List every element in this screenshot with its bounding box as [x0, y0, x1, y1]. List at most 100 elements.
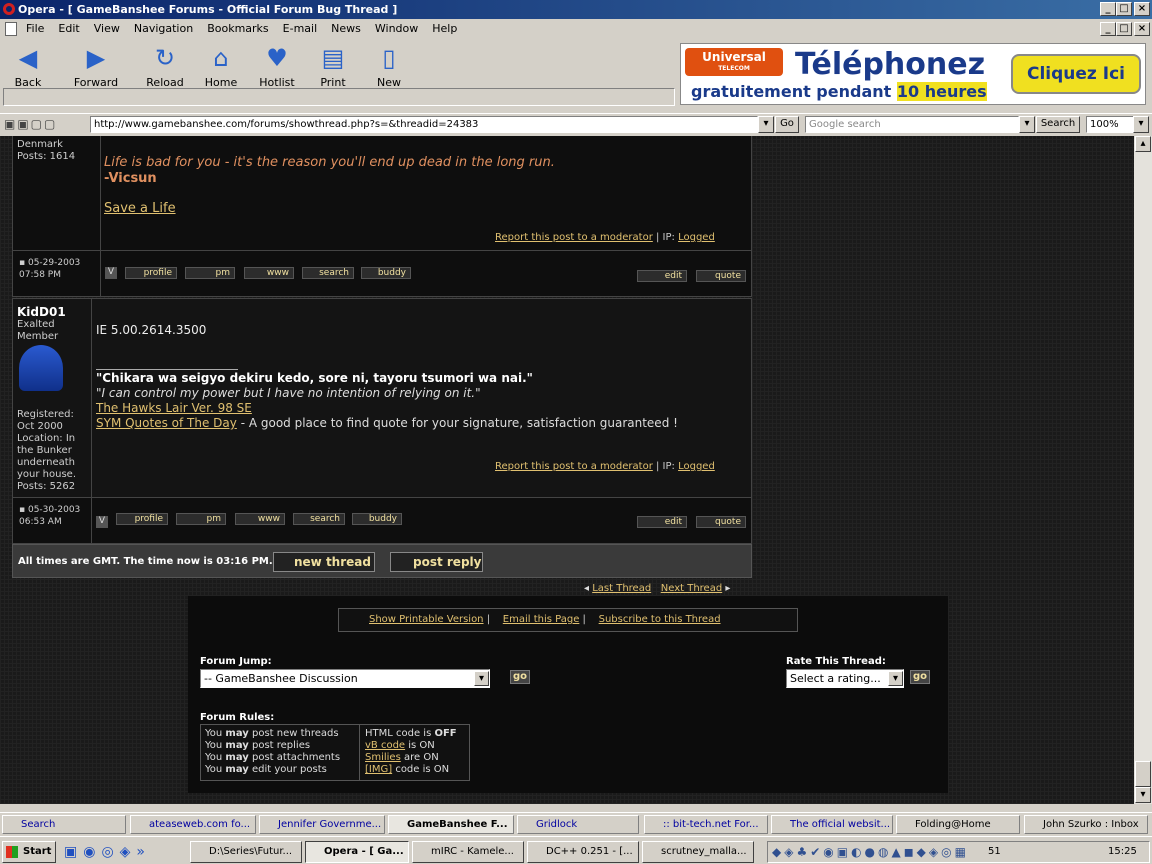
zoom-dropdown-button[interactable]: ▾: [1133, 116, 1149, 133]
doc-restore-button[interactable]: □: [1116, 22, 1132, 36]
post1-report-link[interactable]: Report this post to a moderator: [495, 232, 653, 243]
post1-profile-button[interactable]: profile: [125, 267, 177, 279]
post1-buddy-button[interactable]: buddy: [361, 267, 411, 279]
windows-logo-icon: [6, 846, 18, 858]
scroll-thumb[interactable]: [1135, 761, 1151, 787]
taskbar-scrutney[interactable]: scrutney_malla...: [642, 841, 754, 863]
post2-logged-link[interactable]: Logged: [678, 461, 715, 472]
scroll-down-button[interactable]: ▾: [1135, 787, 1151, 803]
doc-close-button[interactable]: ×: [1134, 22, 1150, 36]
printable-version-link[interactable]: Show Printable Version: [369, 614, 484, 625]
tab-ateaseweb[interactable]: ateaseweb.com fo...: [130, 815, 256, 834]
search-input[interactable]: Google search: [805, 116, 1019, 133]
post1-quote-button[interactable]: quote: [696, 270, 746, 282]
new-button[interactable]: ▯ New: [361, 44, 417, 89]
url-input[interactable]: http://www.gamebanshee.com/forums/showth…: [90, 116, 758, 133]
post2-sig-link1[interactable]: The Hawks Lair Ver. 98 SE: [96, 401, 252, 415]
taskbar-dcpp[interactable]: DC++ 0.251 - [...: [527, 841, 639, 863]
forum-jump-select[interactable]: -- GameBanshee Discussion: [200, 669, 490, 688]
vertical-scrollbar[interactable]: ▴ ▾: [1134, 136, 1152, 804]
post2-search-button[interactable]: search: [293, 513, 345, 525]
smilies-link[interactable]: Smilies: [365, 752, 401, 763]
taskbar-explorer[interactable]: D:\Series\Futur...: [190, 841, 302, 863]
img-code-link[interactable]: [IMG]: [365, 764, 392, 775]
url-dropdown-button[interactable]: ▾: [758, 116, 774, 133]
post2-quote-button[interactable]: quote: [696, 516, 746, 528]
post1-location: Denmark: [17, 139, 63, 150]
ad-banner[interactable]: Universal TELECOM Téléphonez gratuitement…: [680, 43, 1146, 105]
forward-arrow-icon: ▶: [86, 44, 106, 72]
print-button[interactable]: ▤ Print: [305, 44, 361, 89]
forum-jump-go-button[interactable]: go: [510, 670, 530, 684]
post2-www-button[interactable]: www: [235, 513, 285, 525]
tab-gridlock[interactable]: Gridlock: [517, 815, 639, 834]
post1-www-button[interactable]: www: [244, 267, 294, 279]
tab-search[interactable]: Search: [2, 815, 126, 834]
post2-sig-link2[interactable]: SYM Quotes of The Day: [96, 416, 237, 430]
scroll-up-button[interactable]: ▴: [1135, 136, 1151, 152]
menu-edit[interactable]: Edit: [58, 22, 79, 35]
go-button[interactable]: Go: [775, 116, 799, 133]
post-reply-button[interactable]: post reply: [390, 552, 483, 572]
post2-username[interactable]: KidD01: [17, 305, 66, 319]
search-engine-dropdown[interactable]: ▾: [1019, 116, 1035, 133]
tab-gamebanshee[interactable]: GameBanshee F...: [388, 815, 514, 834]
doc-minimize-button[interactable]: _: [1100, 22, 1116, 36]
ad-cta-button[interactable]: Cliquez Ici: [1011, 54, 1141, 94]
email-page-link[interactable]: Email this Page: [503, 614, 580, 625]
tab-jennifer[interactable]: Jennifer Governme...: [259, 815, 385, 834]
zoom-select[interactable]: 100%: [1086, 116, 1134, 133]
tab-bittech[interactable]: :: bit-tech.net For...: [644, 815, 768, 834]
hotlist-button[interactable]: ♥ Hotlist: [249, 44, 305, 89]
vb-code-link[interactable]: vB code: [365, 740, 405, 751]
menu-email[interactable]: E-mail: [283, 22, 318, 35]
tray-icons[interactable]: ◆◈♣✔◉▣◐●◍▲◼◆◈◎▦: [772, 845, 969, 859]
page-tabs: Search ateaseweb.com fo... Jennifer Gove…: [0, 812, 1152, 834]
rate-dropdown[interactable]: ▾: [888, 671, 903, 686]
minimize-button[interactable]: _: [1100, 2, 1116, 16]
menu-news[interactable]: News: [331, 22, 361, 35]
post2-report-link[interactable]: Report this post to a moderator: [495, 461, 653, 472]
tab-folding[interactable]: Folding@Home: [896, 815, 1020, 834]
reload-button[interactable]: ↻ Reload: [137, 44, 193, 89]
menu-navigation[interactable]: Navigation: [134, 22, 193, 35]
new-thread-button[interactable]: new thread: [273, 552, 375, 572]
page-tools-icons[interactable]: ▣▣▢▢: [4, 117, 57, 131]
rate-thread-select[interactable]: Select a rating...: [786, 669, 904, 688]
menu-help[interactable]: Help: [432, 22, 457, 35]
menu-file[interactable]: File: [26, 22, 44, 35]
next-thread-link[interactable]: Next Thread: [661, 583, 722, 594]
close-button[interactable]: ×: [1134, 2, 1150, 16]
post1-sig-link[interactable]: Save a Life: [104, 201, 176, 216]
post2-date: ▪ 05-30-2003 06:53 AM: [19, 505, 81, 527]
forward-button[interactable]: ▶ Forward: [68, 44, 124, 89]
tab-official-website[interactable]: The official websit...: [771, 815, 893, 834]
menu-window[interactable]: Window: [375, 22, 418, 35]
post1-edit-button[interactable]: edit: [637, 270, 687, 282]
menu-bookmarks[interactable]: Bookmarks: [207, 22, 268, 35]
taskbar-opera[interactable]: Opera - [ Ga...: [305, 841, 409, 863]
tab-inbox[interactable]: John Szurko : Inbox: [1024, 815, 1148, 834]
last-thread-link[interactable]: Last Thread: [592, 583, 651, 594]
back-button[interactable]: ◀ Back: [0, 44, 56, 89]
post1-logged-link[interactable]: Logged: [678, 232, 715, 243]
post1-search-button[interactable]: search: [302, 267, 354, 279]
post2-edit-button[interactable]: edit: [637, 516, 687, 528]
post1-pm-button[interactable]: pm: [185, 267, 235, 279]
post1-posts: Posts: 1614: [17, 151, 76, 162]
subscribe-link[interactable]: Subscribe to this Thread: [599, 614, 721, 625]
search-button[interactable]: Search: [1036, 116, 1080, 133]
maximize-button[interactable]: □: [1116, 2, 1132, 16]
post2-pm-button[interactable]: pm: [176, 513, 226, 525]
quick-launch-icons[interactable]: ▣◉◎◈»: [64, 844, 151, 860]
home-button[interactable]: ⌂ Home: [193, 44, 249, 89]
taskbar-mirc[interactable]: mIRC - Kamele...: [412, 841, 524, 863]
post2-buddy-button[interactable]: buddy: [352, 513, 402, 525]
rate-go-button[interactable]: go: [910, 670, 930, 684]
forum-jump-dropdown[interactable]: ▾: [474, 671, 489, 686]
post2-profile-button[interactable]: profile: [116, 513, 168, 525]
home-icon: ⌂: [213, 44, 229, 72]
menu-view[interactable]: View: [94, 22, 120, 35]
post2-sig-en: "I can control my power but I have no in…: [96, 386, 481, 400]
ad-brand-logo: Universal TELECOM: [685, 48, 783, 76]
